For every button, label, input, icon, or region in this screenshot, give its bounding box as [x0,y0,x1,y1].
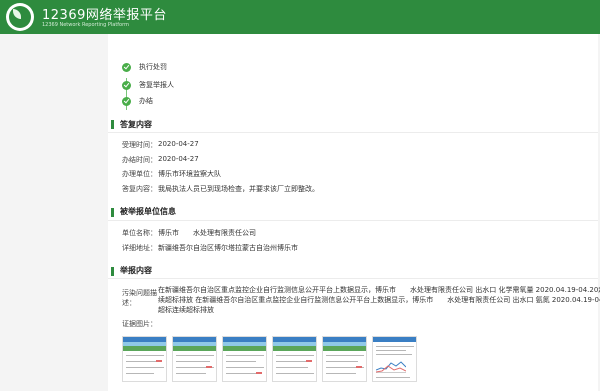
evidence-image-thumbnail[interactable] [172,336,217,382]
chart-icon [375,359,407,373]
section-title-reply: 答复内容 [120,120,152,129]
unit-name-label: 单位名称： [122,229,157,237]
address-value: 新疆维吾尔自治区博尔塔拉蒙古自治州博乐市 [158,244,298,252]
accept-time-value: 2020-04-27 [158,140,199,148]
problem-label-cont: 述： [122,299,136,307]
reply-content-value: 我局执法人员已到现场检查，并要求该厂立即整改。 [158,185,319,193]
section-marker [111,120,114,129]
divider [108,278,598,279]
evidence-image-thumbnail[interactable] [272,336,317,382]
step-label: 执行处罚 [139,63,167,71]
check-circle-icon [122,81,131,90]
evidence-image-thumbnail[interactable] [322,336,367,382]
app-subtitle: 12369 Network Reporting Platform [42,22,129,28]
problem-text-line: 续超标排放 在新疆维吾尔自治区重点监控企业自行监测信息公开平台上数据显示，博乐市… [158,296,600,304]
evidence-image-thumbnail[interactable] [372,336,417,382]
handling-unit-value: 博乐市环境监察大队 [158,170,221,178]
divider [108,132,598,133]
detail-panel: 执行处罚 答复举报人 办结 答复内容 受理时间： 2020-04-27 办结时间… [108,34,600,391]
check-circle-icon [122,63,131,72]
step-label: 办结 [139,97,153,105]
check-circle-icon [122,97,131,106]
evidence-image-thumbnail[interactable] [122,336,167,382]
app-title: 12369网络举报平台 [42,8,167,23]
reply-content-label: 答复内容： [122,185,157,193]
app-header: 12369网络举报平台 12369 Network Reporting Plat… [0,0,600,34]
accept-time-label: 受理时间： [122,141,157,149]
section-marker [111,267,114,276]
problem-label: 污染问题描 [122,289,157,297]
unit-name-value: 博乐市 水处理有限责任公司 [158,229,256,237]
logo-icon [6,3,34,31]
divider [108,220,598,221]
step-label: 答复举报人 [139,81,174,89]
finish-time-label: 办结时间： [122,156,157,164]
evidence-image-thumbnail[interactable] [222,336,267,382]
section-title-reported: 被举报单位信息 [120,207,176,216]
section-title-report: 举报内容 [120,266,152,275]
section-marker [111,208,114,217]
address-label: 详细地址： [122,244,157,252]
problem-text-line: 超标连续超标排放 [158,306,214,314]
problem-text-line: 在新疆维吾尔自治区重点监控企业自行监测信息公开平台上数据显示，博乐市 水处理有限… [158,286,600,294]
finish-time-value: 2020-04-27 [158,155,199,163]
evidence-label: 证据图片： [122,320,157,328]
handling-unit-label: 办理单位： [122,170,157,178]
